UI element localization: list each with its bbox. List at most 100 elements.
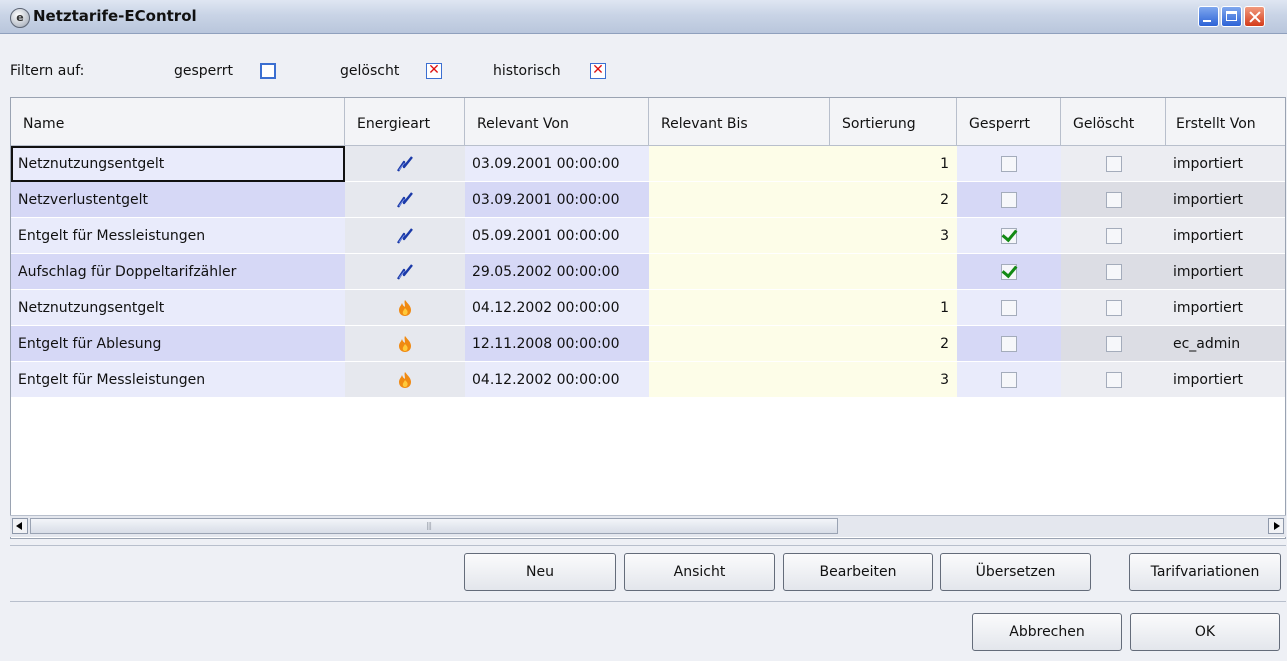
geloescht-checkbox[interactable] bbox=[1105, 300, 1122, 316]
cell-relevant-von[interactable]: 05.09.2001 00:00:00 bbox=[465, 218, 649, 254]
gesperrt-checkbox[interactable] bbox=[1001, 372, 1017, 388]
cell-erstellt-von[interactable]: importiert bbox=[1166, 362, 1285, 398]
cell-erstellt-von[interactable]: importiert bbox=[1166, 254, 1285, 290]
geloescht-checkbox[interactable] bbox=[1105, 336, 1122, 352]
cell-energieart bbox=[345, 326, 465, 362]
gesperrt-checkbox[interactable] bbox=[1001, 336, 1017, 352]
table-row[interactable]: Aufschlag für Doppeltarifzähler 29.05.200… bbox=[11, 254, 1285, 290]
column-header-name[interactable]: Name bbox=[11, 98, 345, 145]
geloescht-checkbox[interactable] bbox=[1105, 264, 1122, 280]
cell-gesperrt bbox=[957, 218, 1061, 254]
cell-geloescht bbox=[1061, 146, 1166, 182]
cell-relevant-von[interactable]: 03.09.2001 00:00:00 bbox=[465, 182, 649, 218]
column-header-sortierung[interactable]: Sortierung bbox=[830, 98, 957, 145]
filter-geloescht-checkbox[interactable]: ✕ bbox=[426, 63, 442, 79]
econtrol-logo-icon: e bbox=[10, 8, 30, 28]
cell-sortierung[interactable]: 2 bbox=[830, 182, 957, 218]
cell-relevant-von[interactable]: 12.11.2008 00:00:00 bbox=[465, 326, 649, 362]
abbrechen-button[interactable]: Abbrechen bbox=[972, 613, 1122, 651]
cell-geloescht bbox=[1061, 182, 1166, 218]
cell-gesperrt bbox=[957, 326, 1061, 362]
cell-name[interactable]: Netznutzungsentgelt bbox=[11, 146, 345, 182]
close-button[interactable] bbox=[1244, 6, 1265, 27]
column-header-relevant-bis[interactable]: Relevant Bis bbox=[649, 98, 830, 145]
cell-name[interactable]: Aufschlag für Doppeltarifzähler bbox=[11, 254, 345, 290]
uebersetzen-button[interactable]: Übersetzen bbox=[940, 553, 1091, 591]
cell-energieart bbox=[345, 254, 465, 290]
column-header-erstellt-von[interactable]: Erstellt Von bbox=[1166, 98, 1285, 145]
ok-button[interactable]: OK bbox=[1130, 613, 1280, 651]
column-header-gesperrt[interactable]: Gesperrt bbox=[957, 98, 1061, 145]
cell-erstellt-von[interactable]: importiert bbox=[1166, 218, 1285, 254]
cell-relevant-bis[interactable] bbox=[649, 290, 830, 326]
cell-relevant-bis[interactable] bbox=[649, 254, 830, 290]
column-header-geloescht[interactable]: Gelöscht bbox=[1061, 98, 1166, 145]
cell-relevant-bis[interactable] bbox=[649, 182, 830, 218]
maximize-button[interactable] bbox=[1221, 6, 1242, 27]
geloescht-checkbox[interactable] bbox=[1105, 192, 1122, 208]
scroll-right-arrow-icon[interactable] bbox=[1268, 518, 1284, 534]
cell-erstellt-von[interactable]: importiert bbox=[1166, 182, 1285, 218]
cell-erstellt-von[interactable]: ec_admin bbox=[1166, 326, 1285, 362]
gesperrt-checkbox[interactable] bbox=[1001, 225, 1018, 244]
tarif-table[interactable]: Name Energieart Relevant Von Relevant Bi… bbox=[10, 97, 1286, 539]
cell-relevant-von[interactable]: 04.12.2002 00:00:00 bbox=[465, 362, 649, 398]
table-row[interactable]: Entgelt für Ablesung 12.11.2008 00:00:00 2… bbox=[11, 326, 1285, 362]
cell-sortierung[interactable]: 2 bbox=[830, 326, 957, 362]
filter-gesperrt-checkbox[interactable] bbox=[260, 63, 276, 79]
geloescht-checkbox[interactable] bbox=[1105, 156, 1122, 172]
cell-name[interactable]: Entgelt für Messleistungen bbox=[11, 362, 345, 398]
cell-gesperrt bbox=[957, 182, 1061, 218]
cell-name[interactable]: Entgelt für Ablesung bbox=[11, 326, 345, 362]
table-row[interactable]: Netzverlustentgelt 03.09.2001 00:00:00 2 im… bbox=[11, 182, 1285, 218]
cell-sortierung[interactable]: 1 bbox=[830, 146, 957, 182]
scroll-left-arrow-icon[interactable] bbox=[12, 518, 28, 534]
cell-name[interactable]: Netznutzungsentgelt bbox=[11, 290, 345, 326]
cell-relevant-bis[interactable] bbox=[649, 218, 830, 254]
column-header-relevant-von[interactable]: Relevant Von bbox=[465, 98, 649, 145]
cell-relevant-bis[interactable] bbox=[649, 326, 830, 362]
flame-icon bbox=[399, 336, 411, 352]
tarifvariationen-button[interactable]: Tarifvariationen bbox=[1129, 553, 1281, 591]
column-header-energieart[interactable]: Energieart bbox=[345, 98, 465, 145]
geloescht-checkbox[interactable] bbox=[1105, 372, 1122, 388]
bearbeiten-button[interactable]: Bearbeiten bbox=[783, 553, 933, 591]
filter-bar: Filtern auf: gesperrt gelöscht ✕ histori… bbox=[0, 34, 1287, 94]
neu-button[interactable]: Neu bbox=[464, 553, 616, 591]
cell-energieart bbox=[345, 146, 465, 182]
checkmark-icon bbox=[1001, 261, 1018, 279]
lightning-icon bbox=[397, 156, 413, 172]
table-row[interactable]: Netznutzungsentgelt 04.12.2002 00:00:00 1 i… bbox=[11, 290, 1285, 326]
cell-sortierung[interactable]: 3 bbox=[830, 362, 957, 398]
table-row[interactable]: Netznutzungsentgelt 03.09.2001 00:00:00 1 i… bbox=[11, 146, 1285, 182]
cell-name[interactable]: Entgelt für Messleistungen bbox=[11, 218, 345, 254]
filter-historisch-checkbox[interactable]: ✕ bbox=[590, 63, 606, 79]
gesperrt-checkbox[interactable] bbox=[1001, 156, 1017, 172]
lightning-icon bbox=[397, 228, 413, 244]
cell-gesperrt bbox=[957, 362, 1061, 398]
geloescht-checkbox[interactable] bbox=[1105, 228, 1122, 244]
table-row[interactable]: Entgelt für Messleistungen 04.12.2002 00:… bbox=[11, 362, 1285, 398]
cell-relevant-bis[interactable] bbox=[649, 146, 830, 182]
horizontal-scrollbar[interactable] bbox=[10, 515, 1286, 537]
divider bbox=[10, 545, 1286, 546]
cell-name[interactable]: Netzverlustentgelt bbox=[11, 182, 345, 218]
cell-erstellt-von[interactable]: importiert bbox=[1166, 290, 1285, 326]
title-bar[interactable]: e Netztarife-EControl bbox=[0, 0, 1287, 34]
cell-relevant-von[interactable]: 03.09.2001 00:00:00 bbox=[465, 146, 649, 182]
cell-geloescht bbox=[1061, 218, 1166, 254]
cell-relevant-von[interactable]: 29.05.2002 00:00:00 bbox=[465, 254, 649, 290]
ansicht-button[interactable]: Ansicht bbox=[624, 553, 775, 591]
cell-erstellt-von[interactable]: importiert bbox=[1166, 146, 1285, 182]
gesperrt-checkbox[interactable] bbox=[1001, 192, 1017, 208]
table-row[interactable]: Entgelt für Messleistungen 05.09.2001 00:… bbox=[11, 218, 1285, 254]
cell-sortierung[interactable]: 1 bbox=[830, 290, 957, 326]
cell-relevant-bis[interactable] bbox=[649, 362, 830, 398]
gesperrt-checkbox[interactable] bbox=[1001, 261, 1018, 280]
cell-sortierung[interactable]: 3 bbox=[830, 218, 957, 254]
scrollbar-thumb[interactable] bbox=[30, 518, 838, 534]
cell-sortierung[interactable] bbox=[830, 254, 957, 290]
gesperrt-checkbox[interactable] bbox=[1001, 300, 1017, 316]
cell-relevant-von[interactable]: 04.12.2002 00:00:00 bbox=[465, 290, 649, 326]
minimize-button[interactable] bbox=[1198, 6, 1219, 27]
